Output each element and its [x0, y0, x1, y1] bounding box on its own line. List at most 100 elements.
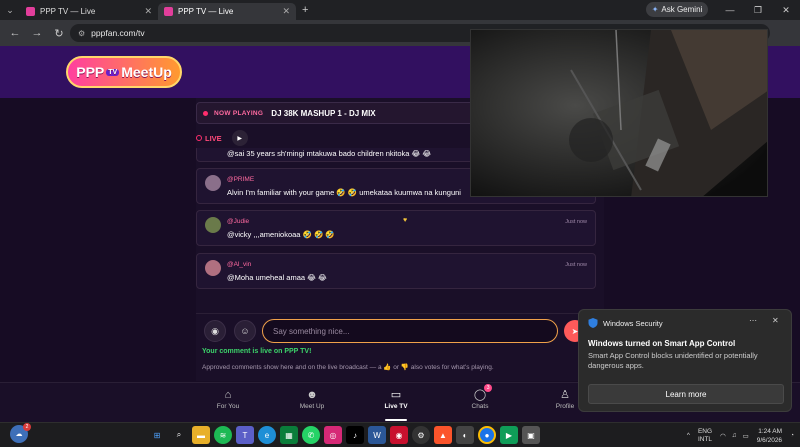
file-explorer-icon[interactable]: ▬	[192, 426, 210, 444]
tab-title: PPP TV — Live	[40, 7, 96, 16]
lang-bottom: INTL	[697, 435, 713, 443]
people-icon: ☻	[306, 389, 318, 401]
weather-widget-icon[interactable]: ☁ 2	[10, 423, 31, 443]
weather-badge: 2	[23, 423, 31, 431]
teams-icon[interactable]: T	[236, 426, 254, 444]
word-icon[interactable]: W	[368, 426, 386, 444]
active-nav-indicator	[385, 419, 407, 421]
search-icon[interactable]: ⌕	[170, 426, 188, 444]
avatar[interactable]	[205, 217, 221, 233]
nav-label: Meet Up	[299, 403, 325, 410]
screen: ⌄ PPP TV — Live ✕ PPP TV — Live ✕ + ✦ As…	[0, 0, 800, 447]
logo-ppp: PPP	[76, 64, 105, 80]
clock-date: 9/6/2026	[756, 436, 783, 444]
instagram-icon[interactable]: ◎	[324, 426, 342, 444]
whatsapp-icon[interactable]: ✆	[302, 426, 320, 444]
shield-icon	[588, 318, 598, 328]
comment-live-notice: Your comment is live on PPP TV!	[202, 348, 312, 355]
learn-more-button[interactable]: Learn more	[588, 384, 784, 404]
volume-icon[interactable]: ♫	[732, 432, 737, 439]
tab-2[interactable]: PPP TV — Live ✕	[158, 3, 296, 20]
spotify-icon[interactable]: ≋	[214, 426, 232, 444]
nav-label: Live TV	[384, 403, 408, 410]
chrome-icon[interactable]: ●	[478, 426, 496, 444]
tab-close-icon[interactable]: ✕	[144, 6, 152, 17]
clock-time: 1:24 AM	[758, 427, 783, 435]
tab-title: PPP TV — Live	[178, 7, 234, 16]
close-window-icon[interactable]: ✕	[774, 0, 798, 20]
tab-search-chevron-icon[interactable]: ⌄	[0, 0, 20, 20]
edge-icon[interactable]: e	[258, 426, 276, 444]
toast-close-icon[interactable]: ✕	[772, 316, 779, 325]
tray-chevron-icon[interactable]: ^	[687, 432, 690, 439]
avatar[interactable]	[205, 260, 221, 276]
system-tray: ^ ENG INTL ◠ ♫ ▭ 1:24 AM 9/6/2026 ◔	[687, 423, 800, 447]
tv-icon: ▭	[390, 389, 402, 401]
reaction-heart-icon: ♥	[403, 217, 408, 224]
comment-composer: ◉ ☺ ➤ Your comment is live on PPP TV! Ap…	[196, 313, 604, 381]
message-text: @vicky ,,,ameniokoaa 🤣 🤣 🤣	[227, 230, 335, 239]
minimize-icon[interactable]: —	[718, 0, 742, 20]
now-playing-title: DJ 38K MASHUP 1 - DJ MIX	[271, 108, 376, 118]
forward-arrow-icon[interactable]: →	[26, 22, 48, 44]
nav-meet-up[interactable]: ☻ Meet Up	[282, 387, 342, 419]
person-icon: ♙	[560, 389, 570, 401]
battery-icon[interactable]: ▭	[743, 432, 749, 440]
app-icon-5[interactable]: ▣	[522, 426, 540, 444]
nav-live-tv[interactable]: ▭ Live TV	[366, 387, 426, 419]
tiktok-icon[interactable]: ♪	[346, 426, 364, 444]
message-user[interactable]: @Judie	[227, 218, 249, 225]
chat-icon: ◯ 3	[474, 384, 493, 403]
app-icon[interactable]: ◉	[390, 426, 408, 444]
message-user[interactable]: @Al_vin	[227, 261, 251, 268]
wifi-icon[interactable]: ◠	[720, 432, 726, 440]
windows-security-toast: Windows Security ⋯ ✕ Windows turned on S…	[578, 309, 792, 412]
chat-message: @Judie ♥ Just now @vicky ,,,ameniokoaa 🤣…	[196, 210, 596, 246]
nav-label: Chats	[471, 403, 489, 410]
language-indicator[interactable]: ENG INTL	[698, 428, 712, 444]
brave-icon[interactable]: ▲	[434, 426, 452, 444]
more-options-icon[interactable]: ⋯	[749, 316, 757, 325]
floating-video-player[interactable]	[470, 29, 768, 197]
chat-message: @Al_vin Just now @Moha umeheal amaa 😂 😂	[196, 253, 596, 289]
reload-icon[interactable]: ↻	[48, 22, 70, 44]
message-user[interactable]: @PRIME	[227, 176, 254, 183]
play-icon[interactable]: ▶	[231, 130, 248, 146]
new-tab-icon[interactable]: +	[302, 4, 308, 16]
emoji-icon[interactable]: ☺	[234, 320, 256, 342]
toast-body: Smart App Control blocks unidentified or…	[588, 351, 758, 370]
start-icon[interactable]: ⊞	[148, 426, 166, 444]
maximize-icon[interactable]: ❐	[746, 0, 770, 20]
message-time: Just now	[565, 262, 587, 268]
lang-top: ENG	[697, 427, 713, 435]
gemini-icon: ✦	[651, 5, 659, 14]
app-icon-2[interactable]: ⚙	[412, 426, 430, 444]
avatar[interactable]	[205, 175, 221, 191]
sheets-icon[interactable]: ▦	[280, 426, 298, 444]
back-arrow-icon[interactable]: ←	[4, 22, 26, 44]
tab-strip: ⌄ PPP TV — Live ✕ PPP TV — Live ✕ + ✦ As…	[0, 0, 800, 20]
site-favicon-icon	[164, 7, 173, 16]
ask-gemini-button[interactable]: ✦ Ask Gemini	[646, 2, 708, 17]
tab-1[interactable]: PPP TV — Live ✕	[20, 3, 158, 20]
clock[interactable]: 1:24 AM 9/6/2026	[757, 427, 782, 445]
taskbar: ☁ 2 ⊞ ⌕ ▬ ≋ T e ▦ ✆ ◎ ♪ W ◉ ⚙ ▲ ◐ ● ▶ ▣ …	[0, 422, 800, 447]
nav-for-you[interactable]: ⌂ For You	[198, 387, 258, 419]
message-time: Just now	[565, 219, 587, 225]
home-icon: ⌂	[224, 389, 232, 401]
comment-input[interactable]	[262, 319, 558, 343]
logo-tv: TV	[106, 68, 120, 76]
now-playing-label: NOW PLAYING	[214, 109, 264, 117]
approval-note: Approved comments show here and on the l…	[202, 364, 494, 371]
site-info-icon[interactable]: ⚙	[78, 29, 85, 38]
app-icon-3[interactable]: ◐	[456, 426, 474, 444]
nav-chats[interactable]: ◯ 3 Chats	[450, 384, 510, 419]
url-text: pppfan.com/tv	[91, 28, 145, 38]
tab-close-icon[interactable]: ✕	[282, 6, 290, 17]
ppp-meetup-logo[interactable]: PPP TV MeetUp	[66, 56, 182, 88]
now-playing-dot-icon	[203, 110, 208, 116]
chats-badge: 3	[484, 384, 493, 392]
app-icon-4[interactable]: ▶	[500, 426, 518, 444]
camera-icon[interactable]: ◉	[204, 320, 226, 342]
notification-bell-icon[interactable]: ◔	[790, 432, 794, 439]
